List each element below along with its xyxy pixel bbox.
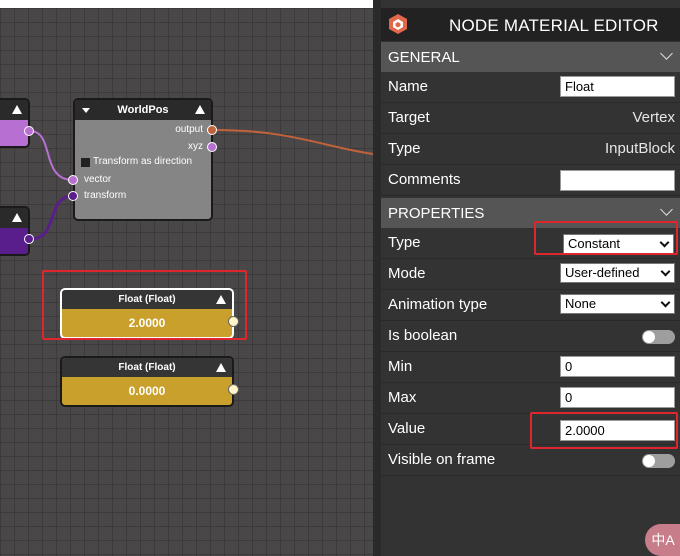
babylon-logo-icon — [389, 14, 407, 34]
animation-type-select[interactable]: None — [560, 294, 675, 314]
type-label: Type — [388, 140, 421, 157]
animation-type-row: Animation type None — [381, 290, 680, 321]
mode-selected: User-defined — [565, 265, 640, 280]
value-input[interactable] — [560, 420, 675, 441]
worldpos-transform-port[interactable] — [68, 191, 78, 201]
link-to-vector — [29, 130, 74, 181]
target-label: Target — [388, 109, 430, 126]
visible-on-frame-toggle[interactable] — [642, 454, 675, 468]
comments-label: Comments — [388, 171, 461, 188]
panel-resize-edge[interactable] — [373, 0, 381, 556]
chevron-down-icon — [660, 47, 673, 60]
worldpos-xyz-port[interactable] — [207, 142, 217, 152]
is-boolean-toggle[interactable] — [642, 330, 675, 344]
comments-input[interactable] — [560, 170, 675, 191]
value-row: Value — [381, 414, 680, 445]
property-type-row: Type Constant — [381, 228, 680, 259]
value-label: Value — [388, 420, 426, 437]
animation-type-label: Animation type — [388, 296, 488, 313]
xyz-port-label: xyz — [188, 141, 203, 152]
preview-triangle-icon[interactable] — [216, 295, 226, 304]
vector-port-label: vector — [84, 174, 112, 185]
float-node-selected[interactable]: Float (Float) 2.0000 — [60, 288, 234, 339]
name-row: Name — [381, 72, 680, 103]
is-boolean-label: Is boolean — [388, 327, 458, 344]
link-worldpos-output — [213, 129, 373, 155]
chevron-down-icon — [660, 203, 673, 216]
transform-direction-checkbox[interactable] — [81, 158, 90, 167]
partial-node-bottom[interactable] — [0, 206, 30, 256]
collapse-triangle-icon[interactable] — [12, 213, 22, 222]
min-label: Min — [388, 358, 413, 375]
property-type-select[interactable]: Constant — [563, 234, 674, 254]
toggle-knob — [643, 455, 655, 467]
target-row: Target Vertex — [381, 103, 680, 134]
mode-select[interactable]: User-defined — [560, 263, 675, 283]
general-section-header[interactable]: GENERAL — [381, 42, 680, 72]
max-input[interactable] — [560, 387, 675, 408]
visible-on-frame-row: Visible on frame — [381, 445, 680, 476]
properties-header-label: PROPERTIES — [388, 204, 485, 222]
partial-node-top[interactable] — [0, 98, 30, 148]
property-type-selected: Constant — [568, 236, 621, 251]
graph-canvas[interactable]: WorldPos output xyz Transform as directi… — [0, 8, 373, 556]
float-node-title: Float (Float) — [118, 294, 176, 305]
property-type-label: Type — [388, 234, 421, 251]
link-to-transform — [29, 194, 74, 241]
panel-header: NODE MATERIAL EDITOR — [381, 8, 680, 41]
collapse-arrow-icon[interactable] — [82, 108, 90, 113]
float-node-value: 2.0000 — [128, 316, 166, 330]
worldpos-vector-port[interactable] — [68, 175, 78, 185]
chevron-down-icon — [659, 237, 670, 248]
type-row: Type InputBlock — [381, 134, 680, 165]
mode-row: Mode User-defined — [381, 259, 680, 290]
vector-output-port[interactable] — [24, 126, 34, 136]
worldpos-output-port[interactable] — [207, 125, 217, 135]
type-value: InputBlock — [604, 140, 675, 157]
general-header-label: GENERAL — [388, 48, 460, 66]
preview-triangle-icon[interactable] — [195, 105, 205, 114]
min-input[interactable] — [560, 356, 675, 377]
mode-label: Mode — [388, 265, 426, 282]
chevron-down-icon — [660, 297, 671, 308]
float-node-title: Float (Float) — [118, 362, 176, 373]
float-node-value: 0.0000 — [128, 384, 166, 398]
comments-row: Comments — [381, 165, 680, 196]
max-row: Max — [381, 383, 680, 414]
matrix-output-port[interactable] — [24, 234, 34, 244]
name-label: Name — [388, 78, 429, 95]
float-output-port[interactable] — [228, 316, 239, 327]
name-input[interactable] — [560, 76, 675, 97]
preview-triangle-icon[interactable] — [216, 363, 226, 372]
translate-icon: 中A — [651, 532, 675, 548]
worldpos-node[interactable]: WorldPos output xyz Transform as directi… — [73, 98, 213, 221]
transform-direction-label: Transform as direction — [93, 156, 193, 167]
translate-button[interactable]: 中A — [645, 524, 680, 556]
transform-port-label: transform — [84, 190, 127, 201]
float-output-port[interactable] — [228, 384, 239, 395]
visible-on-frame-label: Visible on frame — [388, 451, 496, 468]
min-row: Min — [381, 352, 680, 383]
max-label: Max — [388, 389, 417, 406]
is-boolean-row: Is boolean — [381, 321, 680, 352]
properties-section-header[interactable]: PROPERTIES — [381, 198, 680, 228]
node-links — [29, 129, 373, 241]
float-node[interactable]: Float (Float) 0.0000 — [60, 356, 234, 407]
chevron-down-icon — [660, 266, 671, 277]
animation-type-selected: None — [565, 296, 597, 311]
toggle-knob — [643, 331, 655, 343]
output-port-label: output — [175, 124, 203, 135]
collapse-triangle-icon[interactable] — [12, 105, 22, 114]
worldpos-title: WorldPos — [117, 104, 169, 116]
panel-title: NODE MATERIAL EDITOR — [449, 16, 659, 35]
target-value: Vertex — [632, 109, 675, 126]
